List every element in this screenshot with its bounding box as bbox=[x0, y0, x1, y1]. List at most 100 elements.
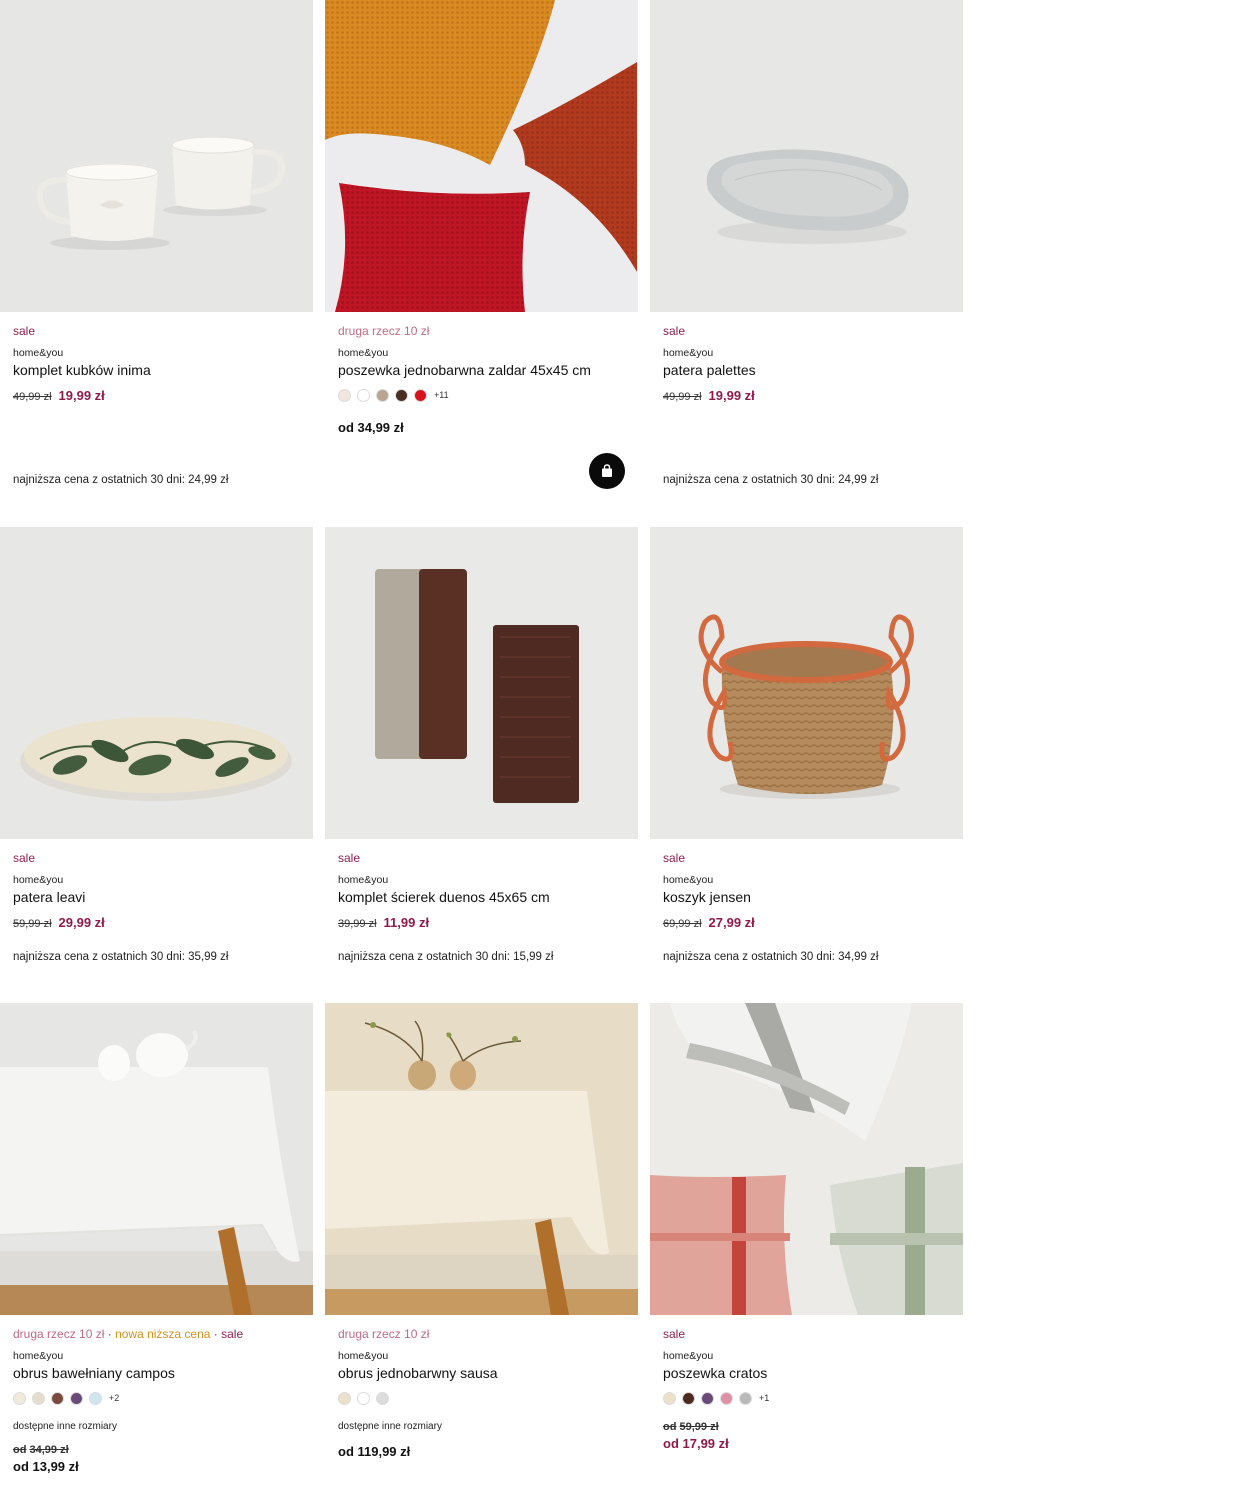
product-image-basket[interactable] bbox=[650, 527, 963, 839]
color-swatch[interactable] bbox=[51, 1391, 64, 1405]
product-card[interactable]: sale home&you poszewka cratos +1 od 59,9… bbox=[650, 1003, 963, 1493]
more-colors[interactable]: +11 bbox=[434, 390, 449, 400]
product-brand: home&you bbox=[338, 874, 389, 886]
promo-tags: sale bbox=[338, 851, 628, 865]
color-swatch[interactable] bbox=[720, 1391, 733, 1405]
tag-sale: sale bbox=[663, 1327, 686, 1341]
old-price: 34,99 zł bbox=[29, 1444, 69, 1456]
tag-sale: sale bbox=[663, 324, 686, 338]
product-name[interactable]: patera palettes bbox=[663, 362, 953, 379]
color-swatch[interactable] bbox=[32, 1391, 45, 1405]
product-info: sale home&you patera palettes 49,99 zł 1… bbox=[663, 324, 953, 486]
color-swatch[interactable] bbox=[70, 1391, 83, 1405]
color-swatch[interactable] bbox=[357, 1391, 370, 1405]
lowest-price-note: najniższa cena z ostatnich 30 dni: 34,99… bbox=[663, 951, 879, 963]
price-row: 39,99 zł 11,99 zł bbox=[338, 915, 628, 931]
promo-tags: sale bbox=[13, 851, 303, 865]
product-card[interactable]: druga rzecz 10 zł · nowa niższa cena · s… bbox=[0, 1003, 313, 1493]
more-colors[interactable]: +1 bbox=[759, 1393, 769, 1403]
product-info: druga rzecz 10 zł home&you poszewka jedn… bbox=[338, 324, 628, 435]
promo-tags: sale bbox=[663, 324, 953, 338]
product-card[interactable]: sale home&you komplet kubków inima 49,99… bbox=[0, 0, 313, 500]
product-image-tablecloth-sausa[interactable] bbox=[325, 1003, 638, 1315]
other-sizes-note: dostępne inne rozmiary bbox=[338, 1421, 442, 1432]
tag-sale: sale bbox=[663, 851, 686, 865]
from-price: od 13,99 zł bbox=[13, 1459, 79, 1474]
color-swatch[interactable] bbox=[89, 1391, 102, 1405]
promo-tags: druga rzecz 10 zł bbox=[338, 324, 628, 338]
color-swatch[interactable] bbox=[13, 1391, 26, 1405]
color-swatch[interactable] bbox=[338, 1391, 351, 1405]
product-image-platter[interactable] bbox=[0, 527, 313, 839]
product-image-bowl[interactable] bbox=[650, 0, 963, 312]
product-card[interactable]: druga rzecz 10 zł home&you poszewka jedn… bbox=[325, 0, 638, 500]
sale-price: 19,99 zł bbox=[58, 388, 105, 403]
promo-tags: sale bbox=[663, 1327, 953, 1341]
product-name[interactable]: obrus jednobarwny sausa bbox=[338, 1365, 628, 1382]
tag-separator: · bbox=[210, 1327, 222, 1341]
product-name[interactable]: komplet ścierek duenos 45x65 cm bbox=[338, 889, 628, 906]
tag-second-item: druga rzecz 10 zł bbox=[338, 1327, 430, 1341]
product-image-mugs[interactable] bbox=[0, 0, 313, 312]
old-from-prefix: od bbox=[663, 1421, 677, 1433]
color-swatch[interactable] bbox=[357, 388, 370, 402]
other-sizes-note: dostępne inne rozmiary bbox=[13, 1421, 117, 1432]
promo-tags: sale bbox=[13, 324, 303, 338]
sale-price: 27,99 zł bbox=[708, 915, 755, 930]
color-swatch[interactable] bbox=[338, 388, 351, 402]
product-info: sale home&you patera leavi 59,99 zł 29,9… bbox=[13, 851, 303, 963]
product-name[interactable]: komplet kubków inima bbox=[13, 362, 303, 379]
color-swatch[interactable] bbox=[682, 1391, 695, 1405]
product-info: druga rzecz 10 zł · nowa niższa cena · s… bbox=[13, 1327, 303, 1474]
product-brand: home&you bbox=[338, 347, 389, 359]
product-card[interactable]: sale home&you patera leavi 59,99 zł 29,9… bbox=[0, 527, 313, 977]
product-image-tablecloth-campos[interactable] bbox=[0, 1003, 313, 1315]
color-swatch[interactable] bbox=[376, 388, 389, 402]
old-price: 49,99 zł bbox=[13, 391, 52, 403]
sale-price: 19,99 zł bbox=[708, 388, 755, 403]
color-swatch[interactable] bbox=[395, 388, 408, 402]
color-swatch[interactable] bbox=[701, 1391, 714, 1405]
color-swatch[interactable] bbox=[414, 388, 427, 402]
lowest-price-note: najniższa cena z ostatnich 30 dni: 35,99… bbox=[13, 951, 229, 963]
more-colors[interactable]: +2 bbox=[109, 1393, 119, 1403]
product-brand: home&you bbox=[13, 1350, 64, 1362]
color-swatch[interactable] bbox=[376, 1391, 389, 1405]
from-price: od 119,99 zł bbox=[338, 1444, 411, 1459]
product-brand: home&you bbox=[663, 347, 714, 359]
price-row: 49,99 zł 19,99 zł bbox=[663, 388, 953, 404]
product-brand: home&you bbox=[663, 1350, 714, 1362]
product-brand: home&you bbox=[13, 874, 64, 886]
tag-sale: sale bbox=[338, 851, 361, 865]
product-image-cushions-cratos[interactable] bbox=[650, 1003, 963, 1315]
sale-price: 11,99 zł bbox=[383, 915, 430, 930]
product-card[interactable]: sale home&you koszyk jensen 69,99 zł 27,… bbox=[650, 527, 963, 977]
color-swatch[interactable] bbox=[739, 1391, 752, 1405]
shopping-bag-icon bbox=[602, 464, 612, 477]
promo-tags: druga rzecz 10 zł · nowa niższa cena · s… bbox=[13, 1327, 303, 1341]
sale-from-price: od 17,99 zł bbox=[663, 1436, 729, 1451]
product-image-towels[interactable] bbox=[325, 527, 638, 839]
old-price: 59,99 zł bbox=[679, 1421, 719, 1433]
old-from-prefix: od bbox=[13, 1444, 27, 1456]
product-card[interactable]: druga rzecz 10 zł home&you obrus jednoba… bbox=[325, 1003, 638, 1493]
old-from-price: od 59,99 zł bbox=[663, 1421, 953, 1433]
product-info: druga rzecz 10 zł home&you obrus jednoba… bbox=[338, 1327, 628, 1459]
product-name[interactable]: koszyk jensen bbox=[663, 889, 953, 906]
tag-sale: sale bbox=[221, 1327, 244, 1341]
product-card[interactable]: sale home&you patera palettes 49,99 zł 1… bbox=[650, 0, 963, 500]
sale-price: 29,99 zł bbox=[58, 915, 105, 930]
add-to-cart-button[interactable] bbox=[589, 453, 625, 489]
product-card[interactable]: sale home&you komplet ścierek duenos 45x… bbox=[325, 527, 638, 977]
product-info: sale home&you komplet kubków inima 49,99… bbox=[13, 324, 303, 486]
product-name[interactable]: patera leavi bbox=[13, 889, 303, 906]
color-swatch[interactable] bbox=[663, 1391, 676, 1405]
product-info: sale home&you poszewka cratos +1 od 59,9… bbox=[663, 1327, 953, 1451]
product-brand: home&you bbox=[338, 1350, 389, 1362]
product-image-cushions-zaldar[interactable] bbox=[325, 0, 638, 312]
from-price: od 34,99 zł bbox=[338, 420, 404, 435]
product-name[interactable]: poszewka jednobarwna zaldar 45x45 cm bbox=[338, 362, 628, 379]
product-name[interactable]: obrus bawełniany campos bbox=[13, 1365, 303, 1382]
color-swatches: +2 bbox=[13, 1391, 303, 1405]
product-name[interactable]: poszewka cratos bbox=[663, 1365, 953, 1382]
